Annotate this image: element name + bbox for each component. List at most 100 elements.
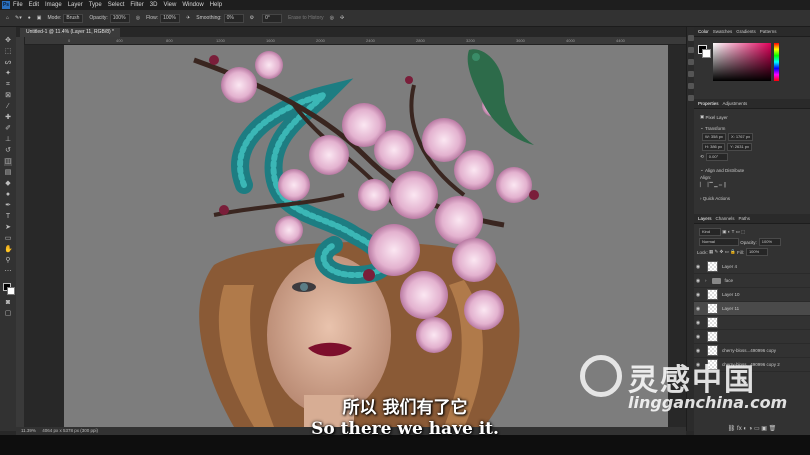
lasso-tool-icon[interactable]: ᔕ xyxy=(4,59,12,67)
layer-opacity-input[interactable]: 100% xyxy=(758,238,781,246)
gradient-tool-icon[interactable]: ▤ xyxy=(4,169,12,177)
blend-mode-select[interactable]: Normal xyxy=(699,238,739,246)
pen-tool-icon[interactable]: ✒ xyxy=(4,202,12,210)
menu-window[interactable]: Window xyxy=(182,2,203,8)
healing-brush-tool-icon[interactable]: ✚ xyxy=(4,114,12,122)
color-field[interactable] xyxy=(713,43,771,81)
menu-help[interactable]: Help xyxy=(210,2,222,8)
menu-type[interactable]: Type xyxy=(89,2,102,8)
tab-color[interactable]: Color xyxy=(698,29,709,34)
ruler-horizontal[interactable]: 0 400 800 1200 1600 2000 2400 2800 3200 … xyxy=(24,37,686,45)
layer-row[interactable]: ◉ xyxy=(694,316,810,330)
layer-row[interactable]: ◉ Layer 10 xyxy=(694,288,810,302)
symmetry-icon[interactable]: ✣ xyxy=(340,15,344,21)
tab-swatches[interactable]: Swatches xyxy=(713,29,733,34)
menu-filter[interactable]: Filter xyxy=(130,2,143,8)
angle-input[interactable]: 0° xyxy=(262,13,283,23)
pressure-size-icon[interactable]: ◎ xyxy=(330,15,334,21)
eraser-tool-preset-icon[interactable]: ✎▾ xyxy=(15,15,22,21)
eraser-tool-icon[interactable]: ◫ xyxy=(4,158,12,166)
pressure-opacity-icon[interactable]: ◎ xyxy=(136,15,140,21)
history-brush-tool-icon[interactable]: ↺ xyxy=(4,147,12,155)
hand-tool-icon[interactable]: ✋ xyxy=(4,246,13,254)
shape-tool-icon[interactable]: ▭ xyxy=(4,235,12,243)
eye-icon[interactable]: ◉ xyxy=(694,348,702,354)
brush-tool-icon[interactable]: ✐ xyxy=(4,125,12,133)
background-color-swatch[interactable] xyxy=(7,287,15,295)
tab-properties[interactable]: Properties xyxy=(698,101,719,106)
x-field[interactable]: X: 1767 px xyxy=(727,133,754,141)
chevron-right-icon[interactable]: › xyxy=(705,278,707,283)
quick-select-tool-icon[interactable]: ✦ xyxy=(4,70,12,78)
tab-patterns[interactable]: Patterns xyxy=(760,29,777,34)
layer-row[interactable]: ◉ › face xyxy=(694,274,810,288)
layer-fill-input[interactable]: 100% xyxy=(745,248,768,256)
chevron-down-icon[interactable]: ⌄ xyxy=(700,167,704,173)
lock-icons[interactable]: ▦ ✎ ✥ ▭ 🔒 xyxy=(709,249,736,255)
path-selection-tool-icon[interactable]: ➤ xyxy=(4,224,12,232)
smoothing-label: Smoothing: xyxy=(196,15,222,21)
eye-icon[interactable]: ◉ xyxy=(694,278,702,284)
home-icon[interactable]: ⌂ xyxy=(6,15,9,21)
eye-icon[interactable]: ◉ xyxy=(694,306,702,312)
crop-tool-icon[interactable]: ⌗ xyxy=(4,81,12,89)
tab-layers[interactable]: Layers xyxy=(698,216,712,221)
menu-image[interactable]: Image xyxy=(45,2,62,8)
tab-paths[interactable]: Paths xyxy=(739,216,751,221)
quick-mask-icon[interactable]: ◙ xyxy=(4,299,12,307)
opacity-input[interactable]: 100% xyxy=(109,13,130,23)
move-tool-icon[interactable]: ✥ xyxy=(4,37,12,45)
tab-gradients[interactable]: Gradients xyxy=(736,29,756,34)
photoshop-logo-icon[interactable]: Ps xyxy=(2,1,10,9)
menu-layer[interactable]: Layer xyxy=(68,2,83,8)
layer-thumbnail xyxy=(707,289,718,300)
eyedropper-tool-icon[interactable]: ⁄ xyxy=(4,103,12,111)
menu-3d[interactable]: 3D xyxy=(150,2,158,8)
background-swatch[interactable] xyxy=(702,49,711,58)
fill-label: Fill: xyxy=(736,249,744,255)
chevron-down-icon[interactable]: ⌄ xyxy=(700,125,704,131)
tab-adjustments[interactable]: Adjustments xyxy=(723,101,748,106)
hue-slider[interactable] xyxy=(774,43,779,81)
layer-filter-kind[interactable]: Kind xyxy=(699,228,721,236)
document-canvas[interactable] xyxy=(64,45,668,427)
smoothing-input[interactable]: 0% xyxy=(223,13,244,23)
height-field[interactable]: H: 386 px xyxy=(702,143,726,151)
screen-mode-icon[interactable]: ▢ xyxy=(4,310,12,318)
align-icons[interactable]: ▏ ▕ ▔ ▁ ═ ║ xyxy=(700,182,726,188)
filter-icons[interactable]: ▣ ◐ T ▭ ⬚ xyxy=(722,229,745,235)
tab-channels[interactable]: Channels xyxy=(716,216,735,221)
marquee-tool-icon[interactable]: ⬚ xyxy=(4,48,12,56)
eye-icon[interactable]: ◉ xyxy=(694,264,702,270)
erase-to-history-checkbox[interactable]: Erase to History xyxy=(288,15,324,21)
blur-tool-icon[interactable]: ◆ xyxy=(4,180,12,188)
eye-icon[interactable]: ◉ xyxy=(694,292,702,298)
layer-row[interactable]: ◉ Layer 11 xyxy=(694,302,810,316)
zoom-tool-icon[interactable]: ⚲ xyxy=(4,257,12,265)
document-tab[interactable]: Untitled-1 @ 11.4% (Layer 11, RGB/8) * xyxy=(20,28,120,37)
align-title: Align and Distribute xyxy=(705,167,745,173)
flow-input[interactable]: 100% xyxy=(160,13,181,23)
angle-field[interactable]: 0.00° xyxy=(705,153,728,161)
dodge-tool-icon[interactable]: ● xyxy=(4,191,12,199)
menu-select[interactable]: Select xyxy=(108,2,125,8)
width-field[interactable]: W: 358 px xyxy=(702,133,726,141)
frame-tool-icon[interactable]: ⊠ xyxy=(4,92,12,100)
eye-icon[interactable]: ◉ xyxy=(694,334,702,340)
y-field[interactable]: Y: 2631 px xyxy=(727,143,753,151)
chevron-right-icon[interactable]: › xyxy=(700,196,702,201)
layer-row[interactable]: ◉ Layer 4 xyxy=(694,260,810,274)
brush-settings-icon[interactable]: ▣ xyxy=(37,15,42,21)
layer-row[interactable]: ◉ xyxy=(694,330,810,344)
more-tools-icon[interactable]: ⋯ xyxy=(4,268,12,276)
clone-stamp-tool-icon[interactable]: ⊥ xyxy=(4,136,12,144)
menu-file[interactable]: File xyxy=(13,2,23,8)
airbrush-icon[interactable]: ✈ xyxy=(186,15,190,21)
eye-icon[interactable]: ◉ xyxy=(694,320,702,326)
smoothing-options-gear-icon[interactable]: ⚙ xyxy=(250,15,254,21)
type-tool-icon[interactable]: T xyxy=(4,213,12,221)
menu-edit[interactable]: Edit xyxy=(29,2,39,8)
mode-select[interactable]: Brush xyxy=(63,13,84,23)
menu-view[interactable]: View xyxy=(163,2,176,8)
brush-size-icon[interactable]: ● xyxy=(28,15,31,21)
